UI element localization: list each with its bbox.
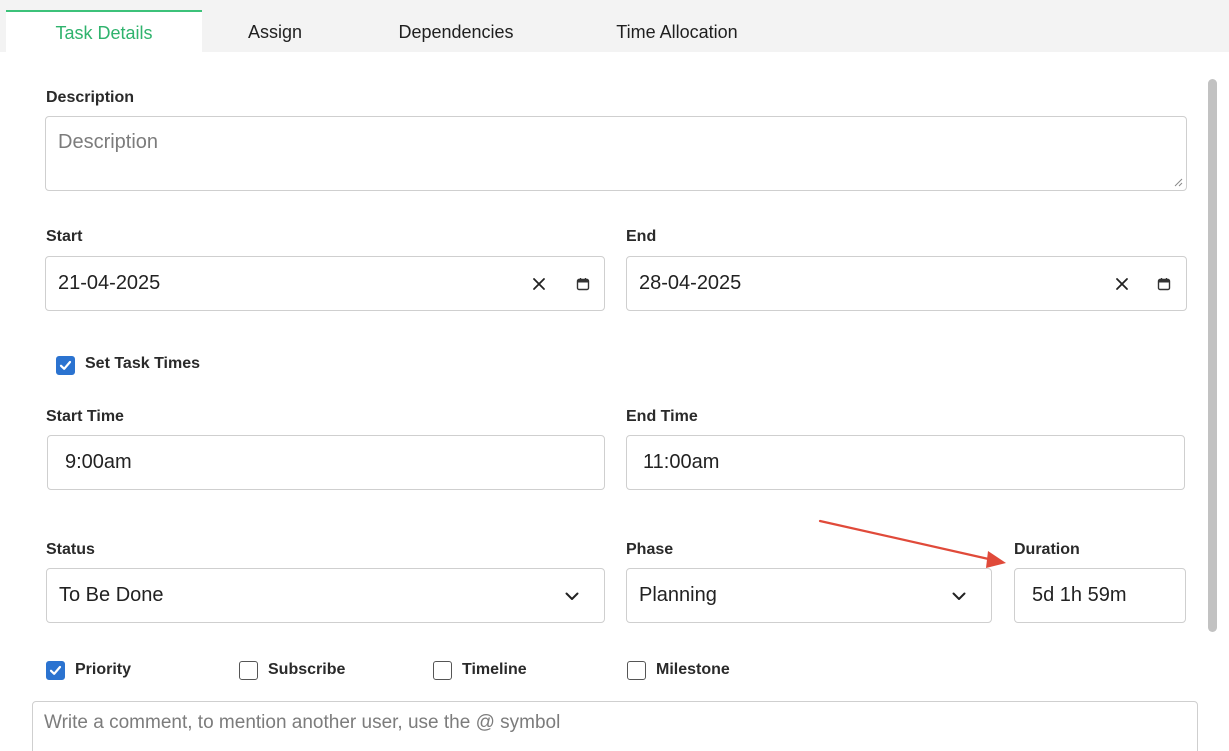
tab-assign[interactable]: Assign bbox=[202, 10, 348, 52]
milestone-label: Milestone bbox=[656, 661, 730, 678]
start-time-label: Start Time bbox=[46, 408, 124, 425]
checkmark-icon bbox=[59, 360, 72, 370]
timeline-checkbox[interactable] bbox=[433, 661, 452, 680]
start-time-input[interactable]: 9:00am bbox=[47, 435, 605, 490]
description-placeholder: Description bbox=[58, 131, 159, 153]
duration-value: 5d 1h 59m bbox=[1032, 584, 1127, 606]
end-date-input[interactable]: 28-04-2025 bbox=[626, 256, 1187, 311]
tab-bar: Task Details Assign Dependencies Time Al… bbox=[0, 0, 1229, 52]
duration-label: Duration bbox=[1014, 541, 1080, 558]
end-time-input[interactable]: 11:00am bbox=[626, 435, 1185, 490]
tab-task-details[interactable]: Task Details bbox=[6, 10, 202, 52]
end-time-label: End Time bbox=[626, 408, 698, 425]
timeline-label: Timeline bbox=[462, 661, 527, 678]
status-label: Status bbox=[46, 541, 95, 558]
close-icon[interactable] bbox=[1110, 272, 1134, 296]
annotation-arrow bbox=[818, 519, 1006, 568]
tab-time-allocation[interactable]: Time Allocation bbox=[564, 10, 790, 52]
start-date-input[interactable]: 21-04-2025 bbox=[45, 256, 605, 311]
end-time-value: 11:00am bbox=[643, 451, 720, 473]
milestone-checkbox[interactable] bbox=[627, 661, 646, 680]
calendar-icon[interactable] bbox=[571, 272, 595, 296]
status-select[interactable]: To Be Done bbox=[46, 568, 605, 623]
resize-handle-icon[interactable] bbox=[1173, 177, 1183, 187]
start-time-value: 9:00am bbox=[65, 451, 132, 473]
end-date-value: 28-04-2025 bbox=[639, 272, 742, 294]
start-date-value: 21-04-2025 bbox=[58, 272, 161, 294]
phase-value: Planning bbox=[639, 584, 717, 606]
description-label: Description bbox=[46, 89, 135, 106]
calendar-icon[interactable] bbox=[1152, 272, 1176, 296]
checkmark-icon bbox=[49, 665, 62, 675]
subscribe-label: Subscribe bbox=[268, 661, 346, 678]
chevron-down-icon[interactable] bbox=[947, 586, 971, 606]
tab-dependencies[interactable]: Dependencies bbox=[348, 10, 564, 52]
chevron-down-icon[interactable] bbox=[560, 586, 584, 606]
priority-checkbox[interactable] bbox=[46, 661, 65, 680]
scrollbar-thumb[interactable] bbox=[1208, 79, 1217, 632]
phase-label: Phase bbox=[626, 541, 674, 558]
status-value: To Be Done bbox=[59, 584, 164, 606]
duration-input[interactable]: 5d 1h 59m bbox=[1014, 568, 1186, 623]
subscribe-checkbox[interactable] bbox=[239, 661, 258, 680]
phase-select[interactable]: Planning bbox=[626, 568, 992, 623]
set-task-times-label: Set Task Times bbox=[85, 355, 201, 372]
start-label: Start bbox=[46, 228, 83, 245]
description-textarea[interactable]: Description bbox=[45, 116, 1187, 191]
close-icon[interactable] bbox=[527, 272, 551, 296]
comment-input[interactable]: Write a comment, to mention another user… bbox=[32, 701, 1198, 751]
end-label: End bbox=[626, 228, 657, 245]
set-task-times-checkbox[interactable] bbox=[56, 356, 75, 375]
comment-placeholder: Write a comment, to mention another user… bbox=[44, 712, 561, 733]
priority-label: Priority bbox=[75, 661, 132, 678]
